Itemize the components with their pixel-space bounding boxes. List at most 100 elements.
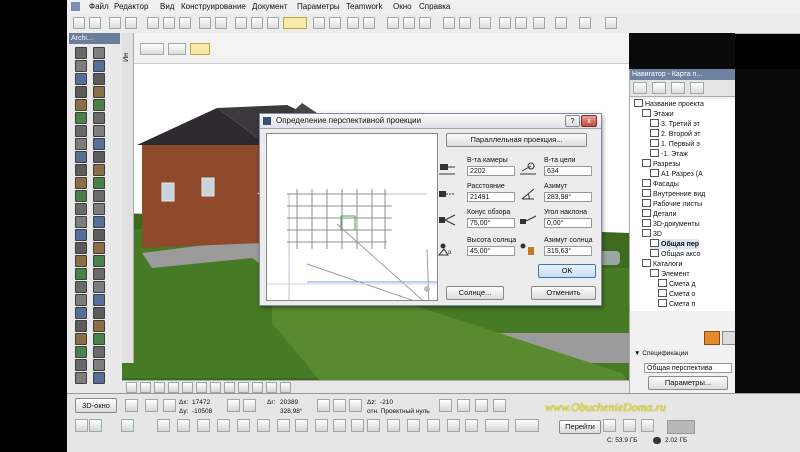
new-file-icon[interactable] (73, 17, 85, 29)
tool-icon[interactable] (93, 125, 105, 137)
tool-icon[interactable] (93, 229, 105, 241)
tree-item[interactable]: Рабочие листы (642, 199, 702, 209)
tree-item[interactable]: -1. Этаж (650, 149, 688, 159)
rectangle-select-icon[interactable] (140, 43, 164, 55)
sun-height-field[interactable]: 45,00° (467, 246, 515, 256)
tool-icon[interactable] (75, 86, 87, 98)
tree-item[interactable]: 3. Третий эт (650, 119, 700, 129)
tool-icon[interactable] (93, 99, 105, 111)
view-nav-icon[interactable] (280, 382, 291, 393)
tool-icon[interactable] (75, 359, 87, 371)
undo-icon[interactable] (199, 17, 211, 29)
info-tool-icon[interactable] (351, 419, 364, 432)
info-tool-icon[interactable] (121, 419, 134, 432)
tool-icon[interactable] (93, 112, 105, 124)
info-tool-icon[interactable] (367, 419, 380, 432)
camera-height-field[interactable]: 2202 (467, 166, 515, 176)
tool-icon[interactable] (75, 47, 87, 59)
project-map-icon[interactable] (633, 82, 647, 94)
tool-icon[interactable] (75, 229, 87, 241)
tree-item[interactable]: Внутренние вид (642, 189, 705, 199)
view-settings-icon[interactable] (704, 331, 720, 345)
view-nav-icon[interactable] (168, 382, 179, 393)
info-tool-icon[interactable] (89, 419, 102, 432)
tool-icon[interactable] (93, 216, 105, 228)
tree-item[interactable]: A1 Разрез (А (650, 169, 703, 179)
copy-icon[interactable] (163, 17, 175, 29)
info-tool-icon[interactable] (333, 419, 346, 432)
undo-view-icon[interactable] (623, 419, 636, 432)
view-nav-icon[interactable] (252, 382, 263, 393)
view-nav-icon[interactable] (224, 382, 235, 393)
delete-view-icon[interactable] (722, 331, 736, 345)
tool-icon[interactable] (93, 307, 105, 319)
tool-icon[interactable] (75, 190, 87, 202)
sun-azimuth-field[interactable]: 315,63° (544, 246, 592, 256)
menu-edit[interactable]: Редактор (114, 2, 148, 11)
tool-icon[interactable] (75, 281, 87, 293)
distance-field[interactable]: 21491 (467, 192, 515, 202)
tool-icon[interactable] (75, 99, 87, 111)
camera-move-icon[interactable] (163, 399, 176, 412)
goto-dropdown-icon[interactable] (603, 419, 616, 432)
tool-icon[interactable] (75, 346, 87, 358)
save-icon[interactable] (109, 17, 121, 29)
paste-icon[interactable] (179, 17, 191, 29)
info-tool-icon[interactable] (387, 419, 400, 432)
tool-icon[interactable] (93, 47, 105, 59)
tree-item[interactable]: Разрезы (642, 159, 680, 169)
tool-icon[interactable] (93, 359, 105, 371)
view-nav-icon[interactable] (196, 382, 207, 393)
layers-view-icon[interactable] (349, 399, 362, 412)
sun-button[interactable]: Солнце... (446, 286, 504, 300)
tree-item[interactable]: 3D-документы (642, 219, 700, 229)
snap-guides-icon[interactable] (283, 17, 307, 29)
tool-icon[interactable] (93, 177, 105, 189)
tool-icon[interactable] (93, 333, 105, 345)
close-button[interactable]: x (581, 115, 597, 127)
tool-icon[interactable] (93, 86, 105, 98)
project-icon[interactable] (605, 17, 617, 29)
ok-button[interactable]: OK (538, 264, 596, 278)
open-file-icon[interactable] (89, 17, 101, 29)
tree-item[interactable]: Смета п (658, 299, 695, 309)
menu-teamwork[interactable]: Teamwork (346, 2, 382, 11)
tree-item[interactable]: Смета д (658, 279, 696, 289)
target-height-field[interactable]: 634 (544, 166, 592, 176)
sun-icon[interactable] (439, 399, 452, 412)
redo-icon[interactable] (215, 17, 227, 29)
tool-icon[interactable] (93, 346, 105, 358)
tool-icon[interactable] (75, 255, 87, 267)
tool-icon[interactable] (75, 320, 87, 332)
guide-line-icon[interactable] (313, 17, 325, 29)
magic-wand-icon[interactable] (235, 17, 247, 29)
view-nav-icon[interactable] (238, 382, 249, 393)
info-tool-icon[interactable] (427, 419, 440, 432)
tool-icon[interactable] (93, 203, 105, 215)
tool-icon[interactable] (93, 242, 105, 254)
tool-icon[interactable] (75, 112, 87, 124)
paint-icon[interactable] (475, 399, 488, 412)
info-tool-icon[interactable] (295, 419, 308, 432)
tool-icon[interactable] (75, 333, 87, 345)
tool-icon[interactable] (93, 60, 105, 72)
menu-window[interactable]: Окно (393, 2, 412, 11)
display-mode-icon[interactable] (485, 419, 509, 432)
info-tool-icon[interactable] (177, 419, 190, 432)
tree-item[interactable]: 2. Второй эт (650, 129, 701, 139)
home-view-icon[interactable] (243, 399, 256, 412)
tree-item[interactable]: Этажи (642, 109, 674, 119)
toolbox-icon[interactable] (515, 17, 527, 29)
tool-icon[interactable] (93, 372, 105, 384)
tool-icon[interactable] (75, 268, 87, 280)
viewport-side-tab[interactable]: Ин (122, 33, 134, 363)
floor-plan-icon[interactable] (443, 17, 455, 29)
grid-icon[interactable] (347, 17, 359, 29)
cut-icon[interactable] (147, 17, 159, 29)
tree-item[interactable]: Смета о (658, 289, 695, 299)
publisher-sets-icon[interactable] (690, 82, 704, 94)
menu-file[interactable]: Файл (89, 2, 109, 11)
specs-toggle[interactable]: ▼ Спецификации (634, 350, 688, 358)
info-tool-icon[interactable] (465, 419, 478, 432)
perspective-preview[interactable] (266, 133, 438, 307)
